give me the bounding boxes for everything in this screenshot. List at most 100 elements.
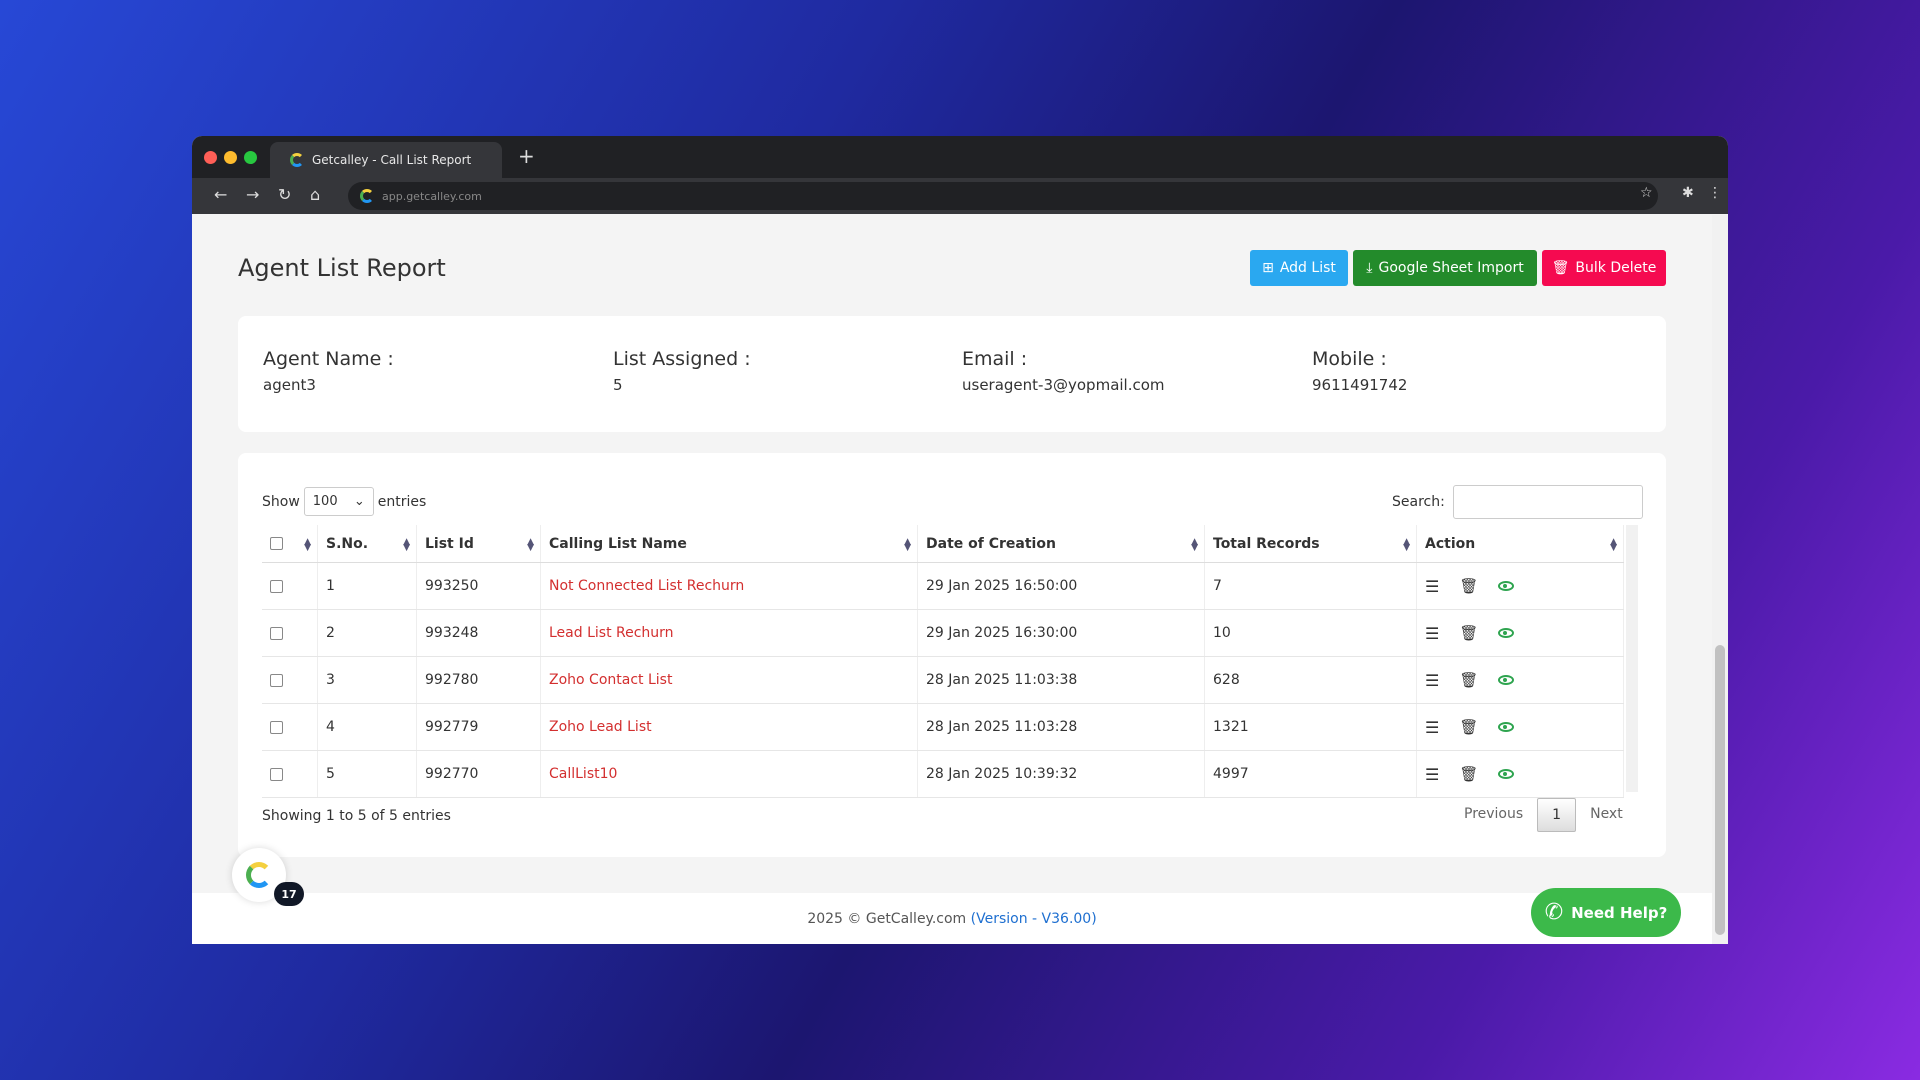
total-records: 628 (1213, 672, 1240, 688)
date-of-creation: 28 Jan 2025 11:03:28 (926, 719, 1078, 735)
agent-name-label: Agent Name : (263, 348, 394, 370)
row-checkbox[interactable] (270, 673, 283, 687)
extensions-icon[interactable]: ✱ (1682, 185, 1694, 201)
google-sheet-import-button[interactable]: ⤓ Google Sheet Import (1353, 250, 1537, 286)
cell-sno: 5 (318, 751, 417, 797)
list-details-icon[interactable]: ☰ (1425, 577, 1439, 596)
row-checkbox[interactable] (270, 626, 283, 640)
delete-icon[interactable]: 🗑 (1459, 718, 1478, 736)
delete-icon[interactable]: 🗑 (1459, 671, 1478, 689)
minimize-window-button[interactable] (224, 151, 237, 164)
back-icon[interactable]: ← (214, 185, 227, 204)
cell-name: Zoho Contact List (541, 657, 918, 703)
search-input[interactable] (1452, 485, 1643, 519)
cell-sno: 2 (318, 610, 417, 656)
cell-total: 4997 (1205, 751, 1417, 797)
add-list-label: Add List (1279, 260, 1336, 276)
sort-icon[interactable]: ▲ ▼ (527, 538, 534, 553)
row-checkbox[interactable] (270, 720, 283, 734)
bulk-delete-button[interactable]: 🗑 Bulk Delete (1542, 250, 1666, 286)
menu-icon[interactable]: ⋮ (1708, 185, 1722, 201)
header-date-of-creation[interactable]: Date of Creation ▲ ▼ (918, 525, 1205, 562)
next-button[interactable]: Next (1576, 798, 1637, 832)
previous-button[interactable]: Previous (1450, 798, 1537, 832)
calling-list-name-link[interactable]: CallList10 (549, 766, 617, 782)
need-help-button[interactable]: ✆ Need Help? (1531, 888, 1681, 937)
bookmark-star-icon[interactable]: ☆ (1640, 185, 1653, 201)
list-details-icon[interactable]: ☰ (1425, 624, 1439, 643)
url-bar[interactable]: app.getcalley.com (348, 182, 1658, 210)
cell-date: 28 Jan 2025 11:03:38 (918, 657, 1205, 703)
cell-sno: 4 (318, 704, 417, 750)
copyright: 2025 © GetCalley.com (807, 911, 967, 927)
table-header-row: ▲ ▼ S.No. ▲ ▼ List Id ▲ ▼ Calling List Name ▲ ▼… (262, 525, 1624, 563)
close-window-button[interactable] (204, 151, 217, 164)
calling-list-name-link[interactable]: Zoho Contact List (549, 672, 672, 688)
add-list-button[interactable]: ⊞ Add List (1250, 250, 1348, 286)
page-1-button[interactable]: 1 (1537, 798, 1577, 832)
cell-select (262, 610, 318, 656)
list-details-icon[interactable]: ☰ (1425, 765, 1439, 784)
header-list-id[interactable]: List Id ▲ ▼ (417, 525, 541, 562)
agent-name-value: agent3 (263, 376, 316, 394)
scrollbar-thumb[interactable] (1715, 645, 1725, 935)
getcalley-logo-icon (246, 862, 272, 888)
bulk-delete-label: Bulk Delete (1575, 260, 1657, 276)
cell-date: 28 Jan 2025 11:03:28 (918, 704, 1205, 750)
home-icon[interactable]: ⌂ (310, 185, 320, 204)
page-scrollbar[interactable] (1712, 215, 1728, 944)
tab-bar: Getcalley - Call List Report + (192, 136, 1728, 178)
sort-icon[interactable]: ▲ ▼ (403, 538, 410, 553)
forward-icon[interactable]: → (246, 185, 259, 204)
list-details-icon[interactable]: ☰ (1425, 718, 1439, 737)
cell-select (262, 657, 318, 703)
google-import-label: Google Sheet Import (1378, 260, 1524, 276)
whatsapp-icon: ✆ (1544, 900, 1564, 925)
view-eye-icon[interactable] (1498, 581, 1515, 591)
sort-icon[interactable]: ▲ ▼ (304, 538, 311, 553)
sort-icon[interactable]: ▲ ▼ (1610, 538, 1617, 553)
list-id: 992779 (425, 719, 479, 735)
table-scrollbar[interactable] (1626, 525, 1638, 792)
header-calling-list-name[interactable]: Calling List Name ▲ ▼ (541, 525, 918, 562)
header-label: List Id (425, 535, 474, 552)
new-tab-button[interactable]: + (518, 144, 535, 168)
getcalley-logo-icon (290, 153, 304, 167)
delete-icon[interactable]: 🗑 (1459, 577, 1478, 595)
row-checkbox[interactable] (270, 579, 283, 593)
delete-icon[interactable]: 🗑 (1459, 624, 1478, 642)
total-records: 1321 (1213, 719, 1249, 735)
table-row: 5 992770 CallList10 28 Jan 2025 10:39:32 499… (262, 751, 1624, 798)
view-eye-icon[interactable] (1498, 769, 1515, 779)
header-action[interactable]: Action ▲ ▼ (1417, 525, 1624, 562)
sort-icon[interactable]: ▲ ▼ (1403, 538, 1410, 553)
header-total-records[interactable]: Total Records ▲ ▼ (1205, 525, 1417, 562)
list-details-icon[interactable]: ☰ (1425, 671, 1439, 690)
site-icon (360, 189, 374, 203)
sort-icon[interactable]: ▲ ▼ (1191, 538, 1198, 553)
view-eye-icon[interactable] (1498, 675, 1515, 685)
delete-icon[interactable]: 🗑 (1459, 765, 1478, 783)
cell-date: 29 Jan 2025 16:50:00 (918, 563, 1205, 609)
header-label: S.No. (326, 535, 369, 552)
view-eye-icon[interactable] (1498, 722, 1515, 732)
calling-list-name-link[interactable]: Zoho Lead List (549, 719, 652, 735)
select-all-checkbox[interactable] (270, 537, 283, 550)
url-text: app.getcalley.com (382, 189, 482, 203)
version-link[interactable]: (Version - V36.00) (971, 911, 1097, 927)
header-sno[interactable]: S.No. ▲ ▼ (318, 525, 417, 562)
address-bar-row: ← → ↻ ⌂ app.getcalley.com ☆ ✱ ⋮ (192, 178, 1728, 214)
cell-select (262, 563, 318, 609)
browser-tab[interactable]: Getcalley - Call List Report (270, 142, 502, 178)
maximize-window-button[interactable] (244, 151, 257, 164)
calling-list-name-link[interactable]: Not Connected List Rechurn (549, 578, 744, 594)
cell-date: 28 Jan 2025 10:39:32 (918, 751, 1205, 797)
view-eye-icon[interactable] (1498, 628, 1515, 638)
sno: 2 (326, 625, 335, 641)
entries-select[interactable]: 100 ⌄ (303, 487, 374, 516)
date-of-creation: 28 Jan 2025 11:03:38 (926, 672, 1078, 688)
calling-list-name-link[interactable]: Lead List Rechurn (549, 625, 674, 641)
row-checkbox[interactable] (270, 767, 283, 781)
sort-icon[interactable]: ▲ ▼ (904, 538, 911, 553)
reload-icon[interactable]: ↻ (278, 185, 291, 204)
